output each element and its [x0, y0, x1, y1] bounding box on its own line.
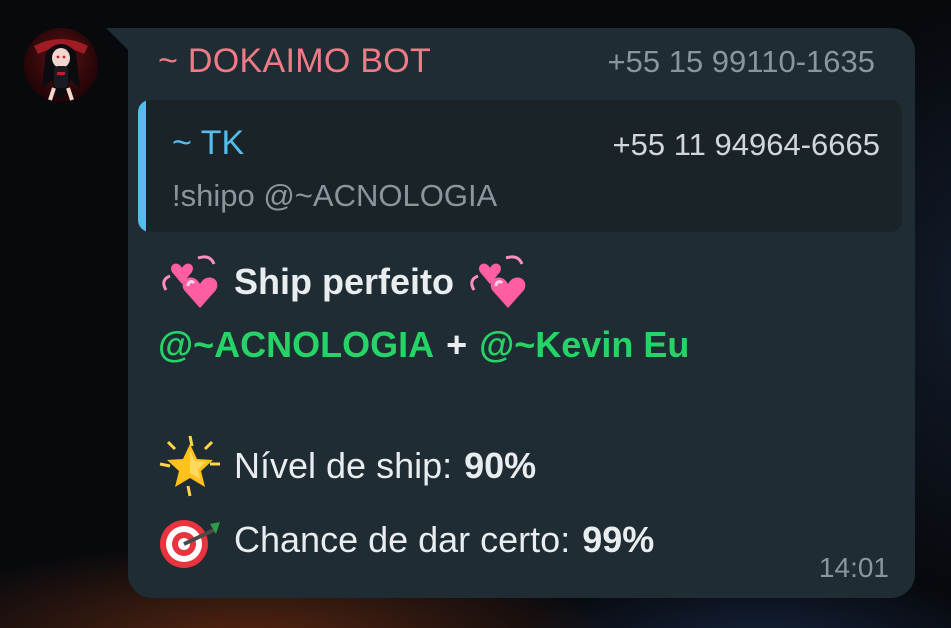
direct-hit-icon	[160, 520, 220, 568]
glowing-star-icon	[159, 435, 220, 497]
sender-phone: +55 15 99110-1635	[607, 44, 875, 79]
quote-text: !shipo @~ACNOLOGIA	[172, 178, 498, 213]
revolving-hearts-icon	[470, 255, 526, 308]
plus-sign: +	[446, 324, 468, 365]
quoted-message[interactable]: ~ TK +55 11 94964-6665 !shipo @~ACNOLOGI…	[138, 100, 902, 232]
quote-sender-name: ~ TK	[172, 124, 245, 162]
message-bubble[interactable]: ~ DOKAIMO BOT +55 15 99110-1635 ~ TK +55…	[128, 28, 915, 598]
chance-label: Chance de dar certo:	[234, 519, 571, 560]
mentions-line: @~ACNOLOGIA + @~Kevin Eu	[158, 324, 689, 366]
quote-sender-phone: +55 11 94964-6665	[612, 127, 880, 162]
ship-level-label: Nível de ship:	[234, 445, 453, 486]
quote-accent-bar	[138, 100, 146, 232]
ship-title: Ship perfeito	[234, 261, 455, 302]
chance-line: Chance de dar certo: 99%	[158, 508, 654, 572]
mention-acnologia[interactable]: @~ACNOLOGIA	[158, 324, 434, 366]
ship-level-value: 90%	[464, 445, 537, 486]
ship-title-line: Ship perfeito	[158, 250, 530, 314]
sender-avatar[interactable]	[24, 28, 98, 102]
bubble-tail	[106, 28, 130, 52]
chance-value: 99%	[582, 519, 655, 560]
ship-level-line: Nível de ship: 90%	[158, 434, 536, 498]
mention-kevin-eu[interactable]: @~Kevin Eu	[479, 324, 689, 366]
message-timestamp: 14:01	[818, 552, 889, 583]
revolving-hearts-icon	[162, 255, 218, 308]
sender-name[interactable]: ~ DOKAIMO BOT	[158, 42, 431, 81]
avatar-image	[34, 39, 88, 101]
